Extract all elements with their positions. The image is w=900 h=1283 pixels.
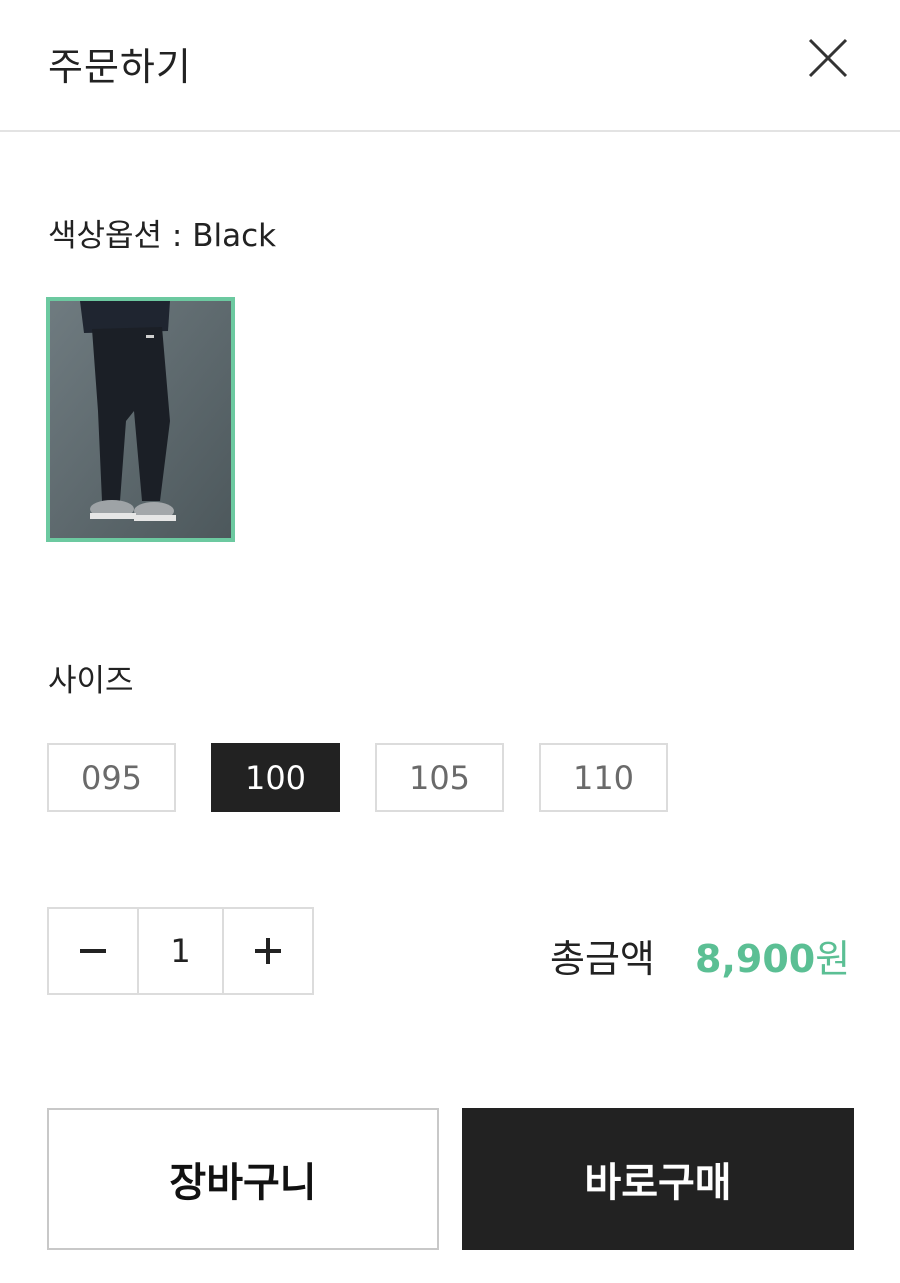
size-option-105[interactable]: 105	[375, 743, 504, 812]
total-label: 총금액	[550, 937, 655, 981]
plus-icon	[254, 938, 281, 964]
total-amount-value: 8,900	[695, 937, 816, 981]
product-thumbnail	[50, 301, 231, 538]
size-option-110[interactable]: 110	[539, 743, 668, 812]
total-amount-unit: 원	[815, 937, 851, 981]
total-amount: 8,900원	[695, 928, 850, 983]
buy-now-button[interactable]: 바로구매	[462, 1108, 854, 1250]
color-option-label: 색상옵션 : Black	[48, 218, 277, 254]
size-option-100[interactable]: 100	[211, 743, 340, 812]
size-option-095[interactable]: 095	[47, 743, 176, 812]
close-button[interactable]	[804, 34, 852, 82]
color-swatch-black[interactable]	[46, 297, 235, 542]
page-title: 주문하기	[48, 45, 192, 89]
quantity-value[interactable]: 1	[137, 909, 224, 993]
size-label: 사이즈	[48, 663, 134, 699]
minus-icon	[80, 949, 107, 953]
add-to-cart-button[interactable]: 장바구니	[47, 1108, 439, 1250]
order-sheet-header: 주문하기	[0, 0, 900, 132]
close-icon	[808, 38, 848, 78]
quantity-decrease-button[interactable]	[49, 909, 137, 993]
quantity-stepper: 1	[47, 907, 314, 995]
quantity-increase-button[interactable]	[224, 909, 312, 993]
